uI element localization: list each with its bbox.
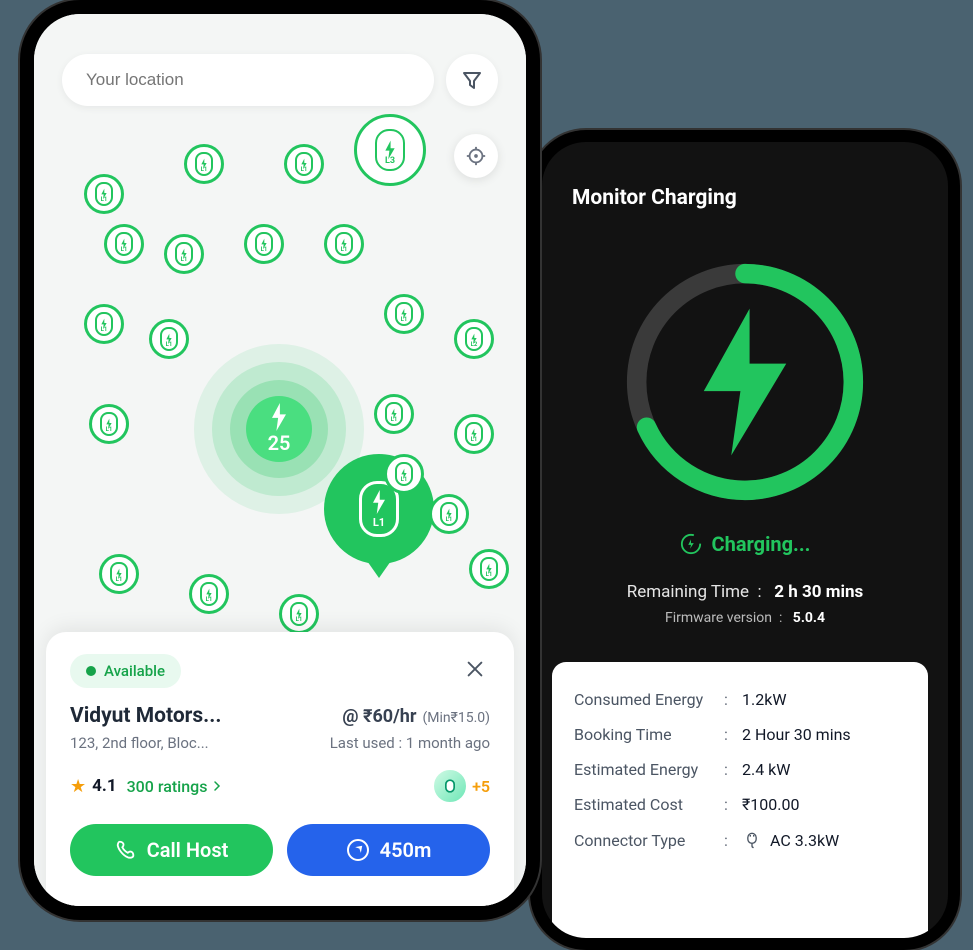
status-dot-icon (86, 666, 96, 676)
charging-icon (680, 533, 702, 555)
chevron-right-icon (211, 780, 223, 792)
availability-text: Available (104, 662, 165, 680)
close-button[interactable] (460, 654, 490, 688)
remaining-time-label: Remaining Time (627, 582, 749, 602)
map-pin[interactable]: L2 (454, 319, 494, 359)
detail-value: 1.2kW (742, 690, 787, 709)
station-address: 123, 2nd floor, Bloc... (70, 734, 209, 752)
navigate-button[interactable]: 450m (287, 824, 490, 876)
detail-value: AC 3.3kW (742, 830, 839, 850)
map-pin[interactable]: L1 (164, 234, 204, 274)
phone-map: L3 25 L1 (20, 0, 540, 920)
station-card: Available Vidyut Motors... @ ₹60/hr (Min… (46, 632, 514, 906)
firmware-label: Firmware version (665, 610, 772, 626)
call-host-label: Call Host (147, 838, 229, 862)
bolt-icon (615, 252, 875, 512)
detail-key: Connector Type (574, 831, 724, 850)
monitor-screen: Monitor Charging Charging... Remaining T… (542, 142, 948, 938)
map-pin[interactable]: L1 (324, 224, 364, 264)
map-pin[interactable]: L1 (384, 454, 424, 494)
filter-button[interactable] (446, 54, 498, 106)
map-pin[interactable]: L1 (279, 594, 319, 634)
map-pin[interactable]: L1 (84, 304, 124, 344)
availability-badge: Available (70, 654, 181, 688)
station-price-min: (Min₹15.0) (422, 710, 490, 726)
crosshair-icon (465, 145, 487, 167)
map-pin[interactable]: L1 (99, 554, 139, 594)
detail-row: Booking Time:2 Hour 30 mins (574, 717, 906, 752)
remaining-time-value: 2 h 30 mins (774, 582, 863, 602)
firmware-value: 5.0.4 (793, 610, 825, 626)
bolt-icon (370, 490, 388, 514)
pin-level-label: L1 (373, 516, 385, 529)
ratings-link[interactable]: 300 ratings (127, 777, 224, 796)
map-pin[interactable]: L1 (104, 224, 144, 264)
map-pin-large[interactable]: L3 (354, 114, 426, 186)
detail-row: Estimated Cost:₹100.00 (574, 787, 906, 822)
monitor-info: Remaining Time : 2 h 30 mins Firmware ve… (542, 582, 948, 626)
monitor-title: Monitor Charging (572, 186, 737, 210)
pin-level-label: L3 (385, 156, 395, 166)
distance-label: 450m (380, 838, 432, 862)
detail-value: ₹100.00 (742, 795, 799, 814)
connector-avatars[interactable]: +5 (432, 768, 490, 804)
charging-ring (615, 252, 875, 512)
detail-value: 2 Hour 30 mins (742, 725, 851, 744)
map-screen: L3 25 L1 (34, 14, 526, 906)
extra-count: +5 (472, 777, 490, 796)
monitor-details-panel: Consumed Energy:1.2kWBooking Time:2 Hour… (552, 662, 928, 938)
map-pin[interactable]: L1 (374, 394, 414, 434)
detail-value: 2.4 kW (742, 760, 790, 779)
charging-status: Charging... (542, 532, 948, 556)
map-pin[interactable]: L1 (149, 319, 189, 359)
map-pin[interactable]: L1 (244, 224, 284, 264)
map-pin[interactable]: L1 (469, 549, 509, 589)
rating-value: 4.1 (92, 776, 116, 796)
filter-icon (460, 68, 484, 92)
search-input[interactable] (62, 54, 434, 106)
locate-me-button[interactable] (454, 134, 498, 178)
detail-key: Consumed Energy (574, 690, 724, 709)
navigate-icon (346, 838, 370, 862)
detail-key: Booking Time (574, 725, 724, 744)
station-last-used: Last used : 1 month ago (330, 734, 490, 752)
detail-row: Estimated Energy:2.4 kW (574, 752, 906, 787)
connector-icon (742, 830, 762, 850)
map-pin[interactable]: L1 (84, 174, 124, 214)
map-pin[interactable]: L1 (384, 294, 424, 334)
call-host-button[interactable]: Call Host (70, 824, 273, 876)
bolt-icon (268, 403, 290, 431)
detail-key: Estimated Cost (574, 795, 724, 814)
station-name: Vidyut Motors... (70, 704, 221, 728)
map-pin[interactable]: L1 (189, 574, 229, 614)
detail-key: Estimated Energy (574, 760, 724, 779)
map-pin[interactable]: L1 (429, 494, 469, 534)
detail-row: Connector Type:AC 3.3kW (574, 822, 906, 858)
charging-status-text: Charging... (712, 532, 811, 556)
map-pin[interactable]: L1 (89, 404, 129, 444)
star-icon: ★ (70, 776, 86, 797)
phone-monitor: Monitor Charging Charging... Remaining T… (530, 130, 960, 950)
connector-avatar (432, 768, 468, 804)
map-pin[interactable]: L1 (284, 144, 324, 184)
close-icon (464, 658, 486, 680)
station-price: @ ₹60/hr (342, 706, 416, 727)
map-pin[interactable]: L1 (184, 144, 224, 184)
map-pin[interactable]: L1 (454, 414, 494, 454)
phone-icon (115, 839, 137, 861)
detail-row: Consumed Energy:1.2kW (574, 682, 906, 717)
cluster-count: 25 (268, 431, 291, 455)
